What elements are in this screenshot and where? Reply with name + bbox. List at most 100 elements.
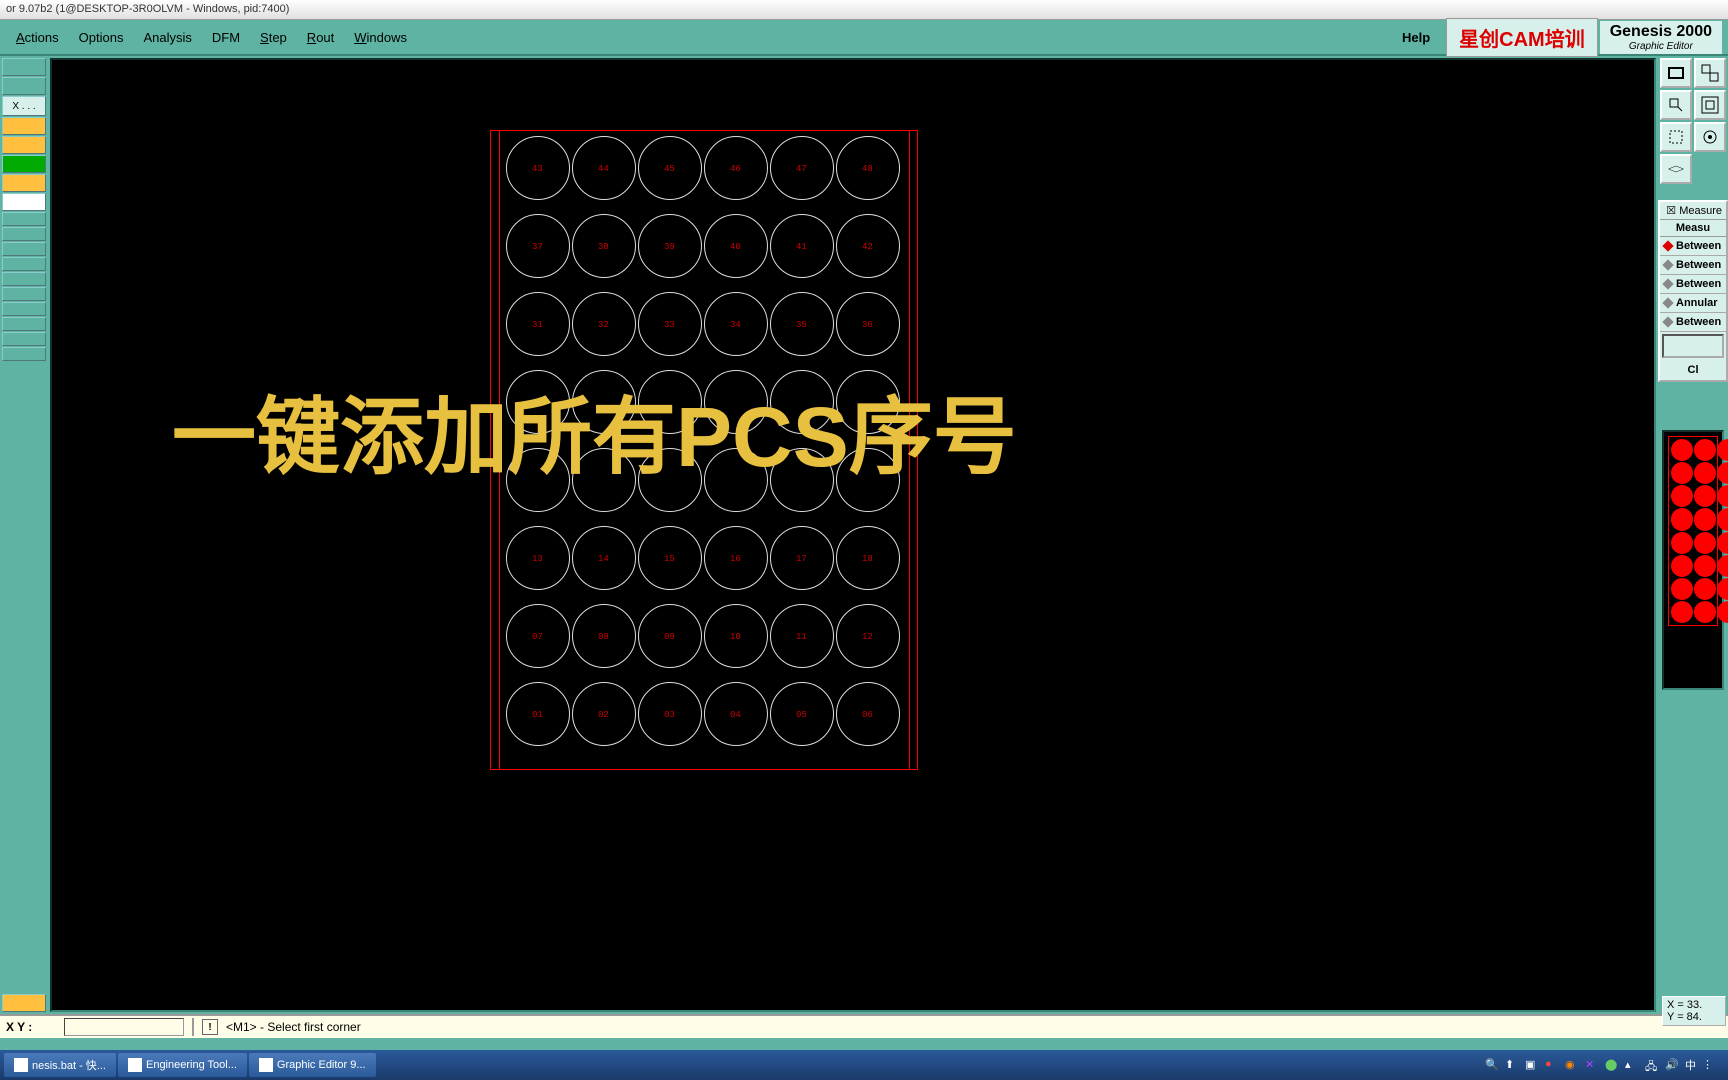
minimap-dot — [1671, 601, 1693, 623]
left-btn-t8[interactable] — [2, 317, 46, 331]
left-btn-t5[interactable] — [2, 272, 46, 286]
minimap-dot — [1717, 508, 1728, 530]
tool-layers-icon[interactable] — [1660, 154, 1692, 184]
measure-between-1[interactable]: Between — [1660, 237, 1726, 256]
menu-dfm[interactable]: DFM — [202, 26, 250, 49]
tool-group-icon[interactable] — [1694, 58, 1726, 88]
pcs-number: 42 — [862, 242, 873, 252]
minimap-dot — [1671, 532, 1693, 554]
minimap-dot — [1717, 601, 1728, 623]
pcs-number: 09 — [664, 632, 675, 642]
measure-annular[interactable]: Annular — [1660, 294, 1726, 313]
tray-icon-7[interactable]: ⬤ — [1605, 1058, 1619, 1072]
minimap-dot — [1717, 555, 1728, 577]
left-btn-y3[interactable] — [2, 174, 46, 192]
tray-more-icon[interactable]: ⋮ — [1702, 1058, 1716, 1072]
pcs-number: 04 — [730, 710, 741, 720]
left-btn-t7[interactable] — [2, 302, 46, 316]
menu-help[interactable]: Help — [1392, 26, 1440, 49]
left-btn-t2[interactable] — [2, 227, 46, 241]
overlay-caption: 一键添加所有PCS序号 — [172, 370, 1017, 491]
tray-icon-5[interactable]: ◉ — [1565, 1058, 1579, 1072]
minimap-dot — [1671, 462, 1693, 484]
tool-center-icon[interactable] — [1694, 122, 1726, 152]
pcs-number: 41 — [796, 242, 807, 252]
minimap-dot — [1717, 462, 1728, 484]
tool-select-icon[interactable] — [1660, 122, 1692, 152]
measure-between-5[interactable]: Between — [1660, 313, 1726, 332]
left-btn-t9[interactable] — [2, 332, 46, 346]
minimap-dot — [1717, 532, 1728, 554]
left-btn-t1[interactable] — [2, 212, 46, 226]
canvas[interactable]: 4344454647483738394041423132333435361314… — [50, 58, 1656, 1012]
minimap-dot — [1671, 508, 1693, 530]
left-btn-t10[interactable] — [2, 347, 46, 361]
tool-move-icon[interactable] — [1660, 90, 1692, 120]
status-alert-icon[interactable]: ! — [202, 1019, 218, 1035]
tray-icon-4[interactable]: ● — [1545, 1058, 1559, 1072]
tool-rect-icon[interactable] — [1660, 58, 1692, 88]
status-xy-input[interactable] — [64, 1018, 184, 1036]
menu-options[interactable]: Options — [69, 26, 134, 49]
left-btn-2[interactable] — [2, 77, 46, 95]
menu-actions[interactable]: Actions — [6, 26, 69, 49]
pcs-number: 47 — [796, 164, 807, 174]
left-toolbar: X . . . — [0, 56, 48, 1014]
minimap-dot — [1717, 578, 1728, 600]
pcs-number: 05 — [796, 710, 807, 720]
tray-icon-3[interactable]: ▣ — [1525, 1058, 1539, 1072]
minimap-dot — [1694, 485, 1716, 507]
menubar: Actions Options Analysis DFM Step Rout W… — [0, 20, 1728, 56]
left-btn-w1[interactable] — [2, 193, 46, 211]
minimap-dot — [1694, 532, 1716, 554]
taskbar: nesis.bat - 快... Engineering Tool... Gra… — [0, 1050, 1728, 1080]
tray-volume-icon[interactable]: 🔊 — [1665, 1058, 1679, 1072]
pcs-number: 31 — [532, 320, 543, 330]
menu-rout[interactable]: Rout — [297, 26, 344, 49]
left-btn-bottom[interactable] — [2, 994, 46, 1012]
tray-icon-1[interactable]: 🔍 — [1485, 1058, 1499, 1072]
taskbar-item-2[interactable]: Engineering Tool... — [118, 1053, 247, 1077]
minimap-dot — [1717, 485, 1728, 507]
minimap-dot — [1671, 485, 1693, 507]
menu-analysis[interactable]: Analysis — [133, 26, 201, 49]
left-btn-y2[interactable] — [2, 136, 46, 154]
tray-icon-6[interactable]: ✕ — [1585, 1058, 1599, 1072]
measure-between-3[interactable]: Between — [1660, 275, 1726, 294]
left-btn-xdots[interactable]: X . . . — [2, 96, 46, 116]
pcs-number: 46 — [730, 164, 741, 174]
menu-step[interactable]: Step — [250, 26, 297, 49]
taskbar-item-3[interactable]: Graphic Editor 9... — [249, 1053, 376, 1077]
taskbar-item-1[interactable]: nesis.bat - 快... — [4, 1053, 116, 1077]
pcs-number: 01 — [532, 710, 543, 720]
left-btn-y1[interactable] — [2, 117, 46, 135]
left-btn-g1[interactable] — [2, 155, 46, 173]
minimap-dot — [1694, 508, 1716, 530]
menu-windows[interactable]: Windows — [344, 26, 417, 49]
system-tray[interactable]: 🔍 ⬆ ▣ ● ◉ ✕ ⬤ ▴ 🖧 🔊 中 ⋮ — [1485, 1057, 1724, 1073]
measure-between-2[interactable]: Between — [1660, 256, 1726, 275]
logo-genesis: Genesis 2000 Graphic Editor — [1600, 21, 1722, 54]
pcs-number: 15 — [664, 554, 675, 564]
measure-close-button[interactable]: Cl — [1660, 360, 1726, 380]
pcs-number: 12 — [862, 632, 873, 642]
logo-training: 星创CAM培训 — [1446, 18, 1598, 57]
pcs-number: 07 — [532, 632, 543, 642]
left-btn-t6[interactable] — [2, 287, 46, 301]
pcs-number: 44 — [598, 164, 609, 174]
left-btn-t3[interactable] — [2, 242, 46, 256]
minimap[interactable] — [1662, 430, 1724, 690]
tray-icon-2[interactable]: ⬆ — [1505, 1058, 1519, 1072]
pcs-number: 48 — [862, 164, 873, 174]
left-btn-1[interactable] — [2, 58, 46, 76]
pcs-number: 13 — [532, 554, 543, 564]
pcs-number: 45 — [664, 164, 675, 174]
minimap-dot — [1694, 439, 1716, 461]
minimap-dot — [1671, 555, 1693, 577]
tray-lang[interactable]: 中 — [1685, 1057, 1696, 1073]
tool-fit-icon[interactable] — [1694, 90, 1726, 120]
pcs-number: 03 — [664, 710, 675, 720]
tray-icon-8[interactable]: ▴ — [1625, 1058, 1639, 1072]
tray-network-icon[interactable]: 🖧 — [1645, 1058, 1659, 1072]
left-btn-t4[interactable] — [2, 257, 46, 271]
